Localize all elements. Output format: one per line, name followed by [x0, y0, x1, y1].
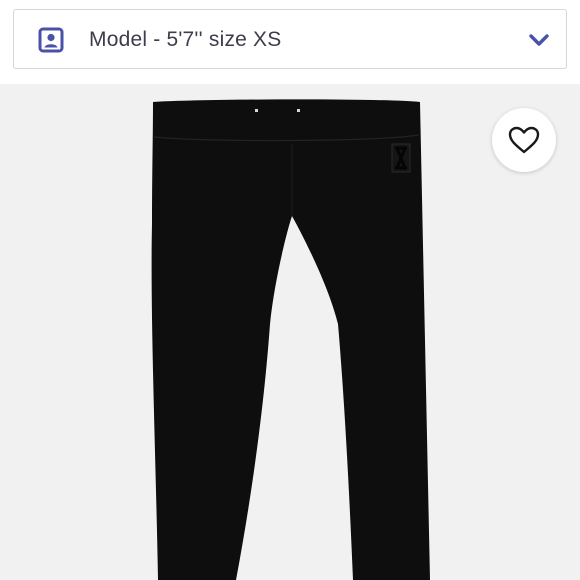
chevron-down-icon: [529, 34, 549, 46]
leggings-photo: [151, 99, 430, 580]
person-portrait-icon: [38, 27, 64, 53]
like-button[interactable]: [492, 108, 556, 172]
leggings-garment: [151, 99, 430, 580]
product-image: [0, 84, 580, 580]
model-size-selector[interactable]: Model - 5'7'' size XS: [13, 9, 567, 69]
product-detail-page: Model - 5'7'' size XS: [0, 0, 580, 580]
model-size-label: Model - 5'7'' size XS: [89, 28, 282, 51]
logo-patch: [391, 143, 411, 173]
heart-outline-icon: [508, 126, 540, 154]
